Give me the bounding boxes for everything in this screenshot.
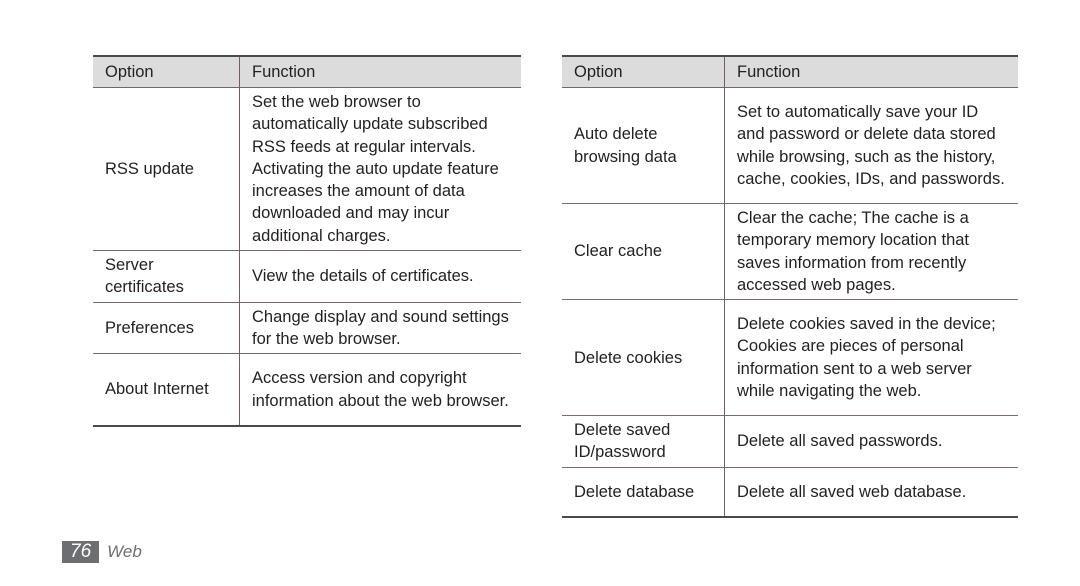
option-cell: RSS update: [93, 87, 240, 251]
function-cell: Set to automatically save your ID and pa…: [737, 102, 1005, 188]
section-title: Web: [107, 542, 142, 561]
table-row: RSS update Set the web browser to automa…: [93, 87, 521, 251]
options-table-left: Option Function RSS update Set the web b…: [93, 55, 521, 427]
option-cell: Server certificates: [93, 250, 240, 303]
option-cell: About Internet: [93, 353, 240, 426]
header-function: Function: [737, 62, 801, 81]
function-cell: Delete all saved passwords.: [737, 432, 943, 451]
table-row: About Internet Access version and copyri…: [93, 353, 521, 426]
table-row: Delete cookies Delete cookies saved in t…: [562, 299, 1018, 416]
function-cell: Set the web browser to automatically upd…: [252, 93, 499, 245]
table-row: Clear cache Clear the cache; The cache i…: [562, 203, 1018, 300]
page-number: 76: [62, 541, 100, 563]
option-cell: Auto delete browsing data: [562, 87, 725, 204]
function-cell: View the details of certificates.: [252, 267, 474, 286]
table-row: Auto delete browsing data Set to automat…: [562, 87, 1018, 204]
option-cell: Preferences: [93, 302, 240, 354]
option-cell: Delete database: [562, 467, 725, 518]
function-cell: Delete cookies saved in the device; Cook…: [737, 315, 996, 400]
table-row: Server certificates View the details of …: [93, 250, 521, 303]
header-function: Function: [252, 62, 316, 81]
function-cell: Access version and copyright information…: [252, 369, 509, 410]
table-row: Delete database Delete all saved web dat…: [562, 467, 1018, 518]
option-cell: Clear cache: [562, 203, 725, 300]
table-header: Option Function: [562, 56, 1018, 88]
function-cell: Clear the cache; The cache is a temporar…: [737, 209, 970, 294]
option-cell: Delete saved ID/password: [562, 415, 725, 468]
page-footer: 76 Web: [62, 541, 142, 563]
function-cell: Delete all saved web database.: [737, 482, 967, 501]
option-cell: Delete cookies: [562, 299, 725, 416]
header-option: Option: [93, 56, 240, 88]
table-row: Delete saved ID/password Delete all save…: [562, 415, 1018, 468]
function-cell: Change display and sound settings for th…: [252, 307, 509, 348]
table-row: Preferences Change display and sound set…: [93, 302, 521, 354]
header-option: Option: [562, 56, 725, 88]
table-header: Option Function: [93, 56, 521, 88]
options-table-right: Option Function Auto delete browsing dat…: [562, 55, 1018, 518]
